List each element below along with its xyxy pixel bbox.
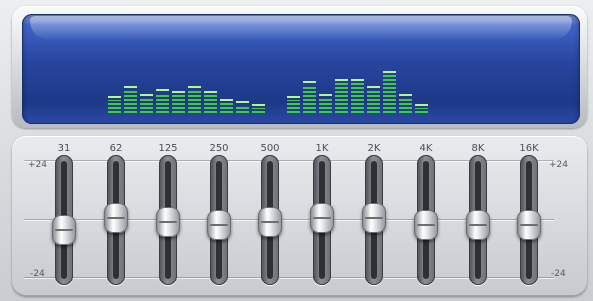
band-slider-knob[interactable] — [258, 207, 282, 237]
band-label: 31 — [57, 143, 71, 154]
band-label: 125 — [158, 143, 178, 154]
spectrum-bar — [252, 108, 265, 113]
spectrum-visualizer — [22, 14, 580, 124]
spectrum-peak — [399, 94, 412, 96]
spectrum-bar — [399, 98, 412, 113]
band-label: 500 — [260, 143, 280, 154]
spectrum-peak — [415, 104, 428, 106]
spectrum-peak — [351, 79, 364, 81]
spectrum-bar — [156, 93, 169, 113]
band-label: 2K — [367, 143, 381, 154]
spectrum-bar — [383, 75, 396, 113]
band-slider-track[interactable] — [414, 155, 438, 285]
band-label: 62 — [109, 143, 123, 154]
spectrum-bar — [415, 108, 428, 113]
band-slider-knob[interactable] — [517, 210, 541, 240]
band-slider-track[interactable] — [207, 155, 231, 285]
band-slider-track[interactable] — [258, 155, 282, 285]
spectrum-peak — [287, 96, 300, 98]
spectrum-peak — [303, 81, 316, 83]
spectrum-peak — [383, 71, 396, 73]
spectrum-bar — [204, 95, 217, 113]
band-slider-track[interactable] — [466, 155, 490, 285]
spectrum-peak — [335, 79, 348, 81]
gain-max-label-right: +24 — [549, 160, 568, 170]
band-slider-knob[interactable] — [310, 203, 334, 233]
band-label: 8K — [471, 143, 485, 154]
spectrum-bar — [220, 103, 233, 113]
band-label: 4K — [419, 143, 433, 154]
band-slider-track[interactable] — [156, 155, 180, 285]
band-label: 1K — [315, 143, 329, 154]
spectrum-peak — [140, 94, 153, 96]
spectrum-peak — [156, 89, 169, 91]
band-slider-knob[interactable] — [52, 215, 76, 245]
spectrum-bar — [172, 95, 185, 113]
band-slider-knob[interactable] — [466, 210, 490, 240]
spectrum-peak — [252, 104, 265, 106]
spectrum-peak — [236, 101, 249, 103]
spectrum-bar — [303, 85, 316, 113]
band-slider-track[interactable] — [104, 155, 128, 285]
spectrum-bar — [287, 100, 300, 113]
spectrum-bar — [124, 90, 137, 113]
band-label: 250 — [209, 143, 229, 154]
spectrum-bar — [188, 90, 201, 113]
spectrum-bar — [335, 83, 348, 113]
band-slider-knob[interactable] — [207, 210, 231, 240]
gain-min-label-right: -24 — [551, 269, 566, 279]
spectrum-group-right — [287, 63, 447, 113]
spectrum-peak — [204, 91, 217, 93]
spectrum-peak — [124, 86, 137, 88]
band-slider-track[interactable] — [52, 155, 76, 285]
spectrum-bar — [108, 100, 121, 113]
band-slider-knob[interactable] — [104, 203, 128, 233]
band-slider-knob[interactable] — [362, 203, 386, 233]
spectrum-peak — [108, 96, 121, 98]
gain-min-label-left: -24 — [30, 269, 45, 279]
spectrum-bar — [351, 83, 364, 113]
band-slider-track[interactable] — [362, 155, 386, 285]
spectrum-peak — [172, 91, 185, 93]
spectrum-bar — [319, 98, 332, 113]
spectrum-peak — [220, 99, 233, 101]
band-label: 16K — [519, 143, 539, 154]
band-slider-track[interactable] — [310, 155, 334, 285]
spectrum-bar — [140, 98, 153, 113]
band-slider-knob[interactable] — [414, 210, 438, 240]
spectrum-bar — [236, 105, 249, 113]
spectrum-peak — [319, 94, 332, 96]
band-slider-knob[interactable] — [156, 207, 180, 237]
spectrum-peak — [188, 86, 201, 88]
gain-max-label-left: +24 — [28, 160, 47, 170]
spectrum-bar — [367, 90, 380, 113]
screen-gloss — [30, 16, 572, 40]
spectrum-peak — [367, 86, 380, 88]
spectrum-group-left — [108, 63, 268, 113]
band-slider-track[interactable] — [517, 155, 541, 285]
